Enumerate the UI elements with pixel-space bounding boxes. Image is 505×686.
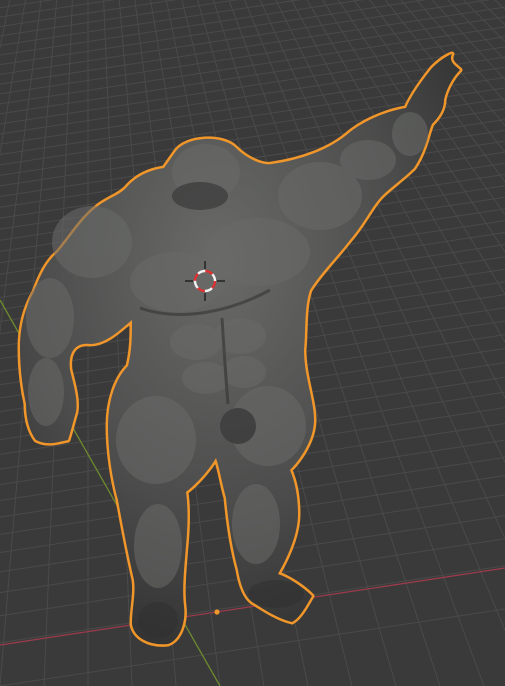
viewport-canvas[interactable]: [0, 0, 505, 686]
3d-viewport[interactable]: [0, 0, 505, 686]
object-origin-point: [214, 609, 220, 615]
